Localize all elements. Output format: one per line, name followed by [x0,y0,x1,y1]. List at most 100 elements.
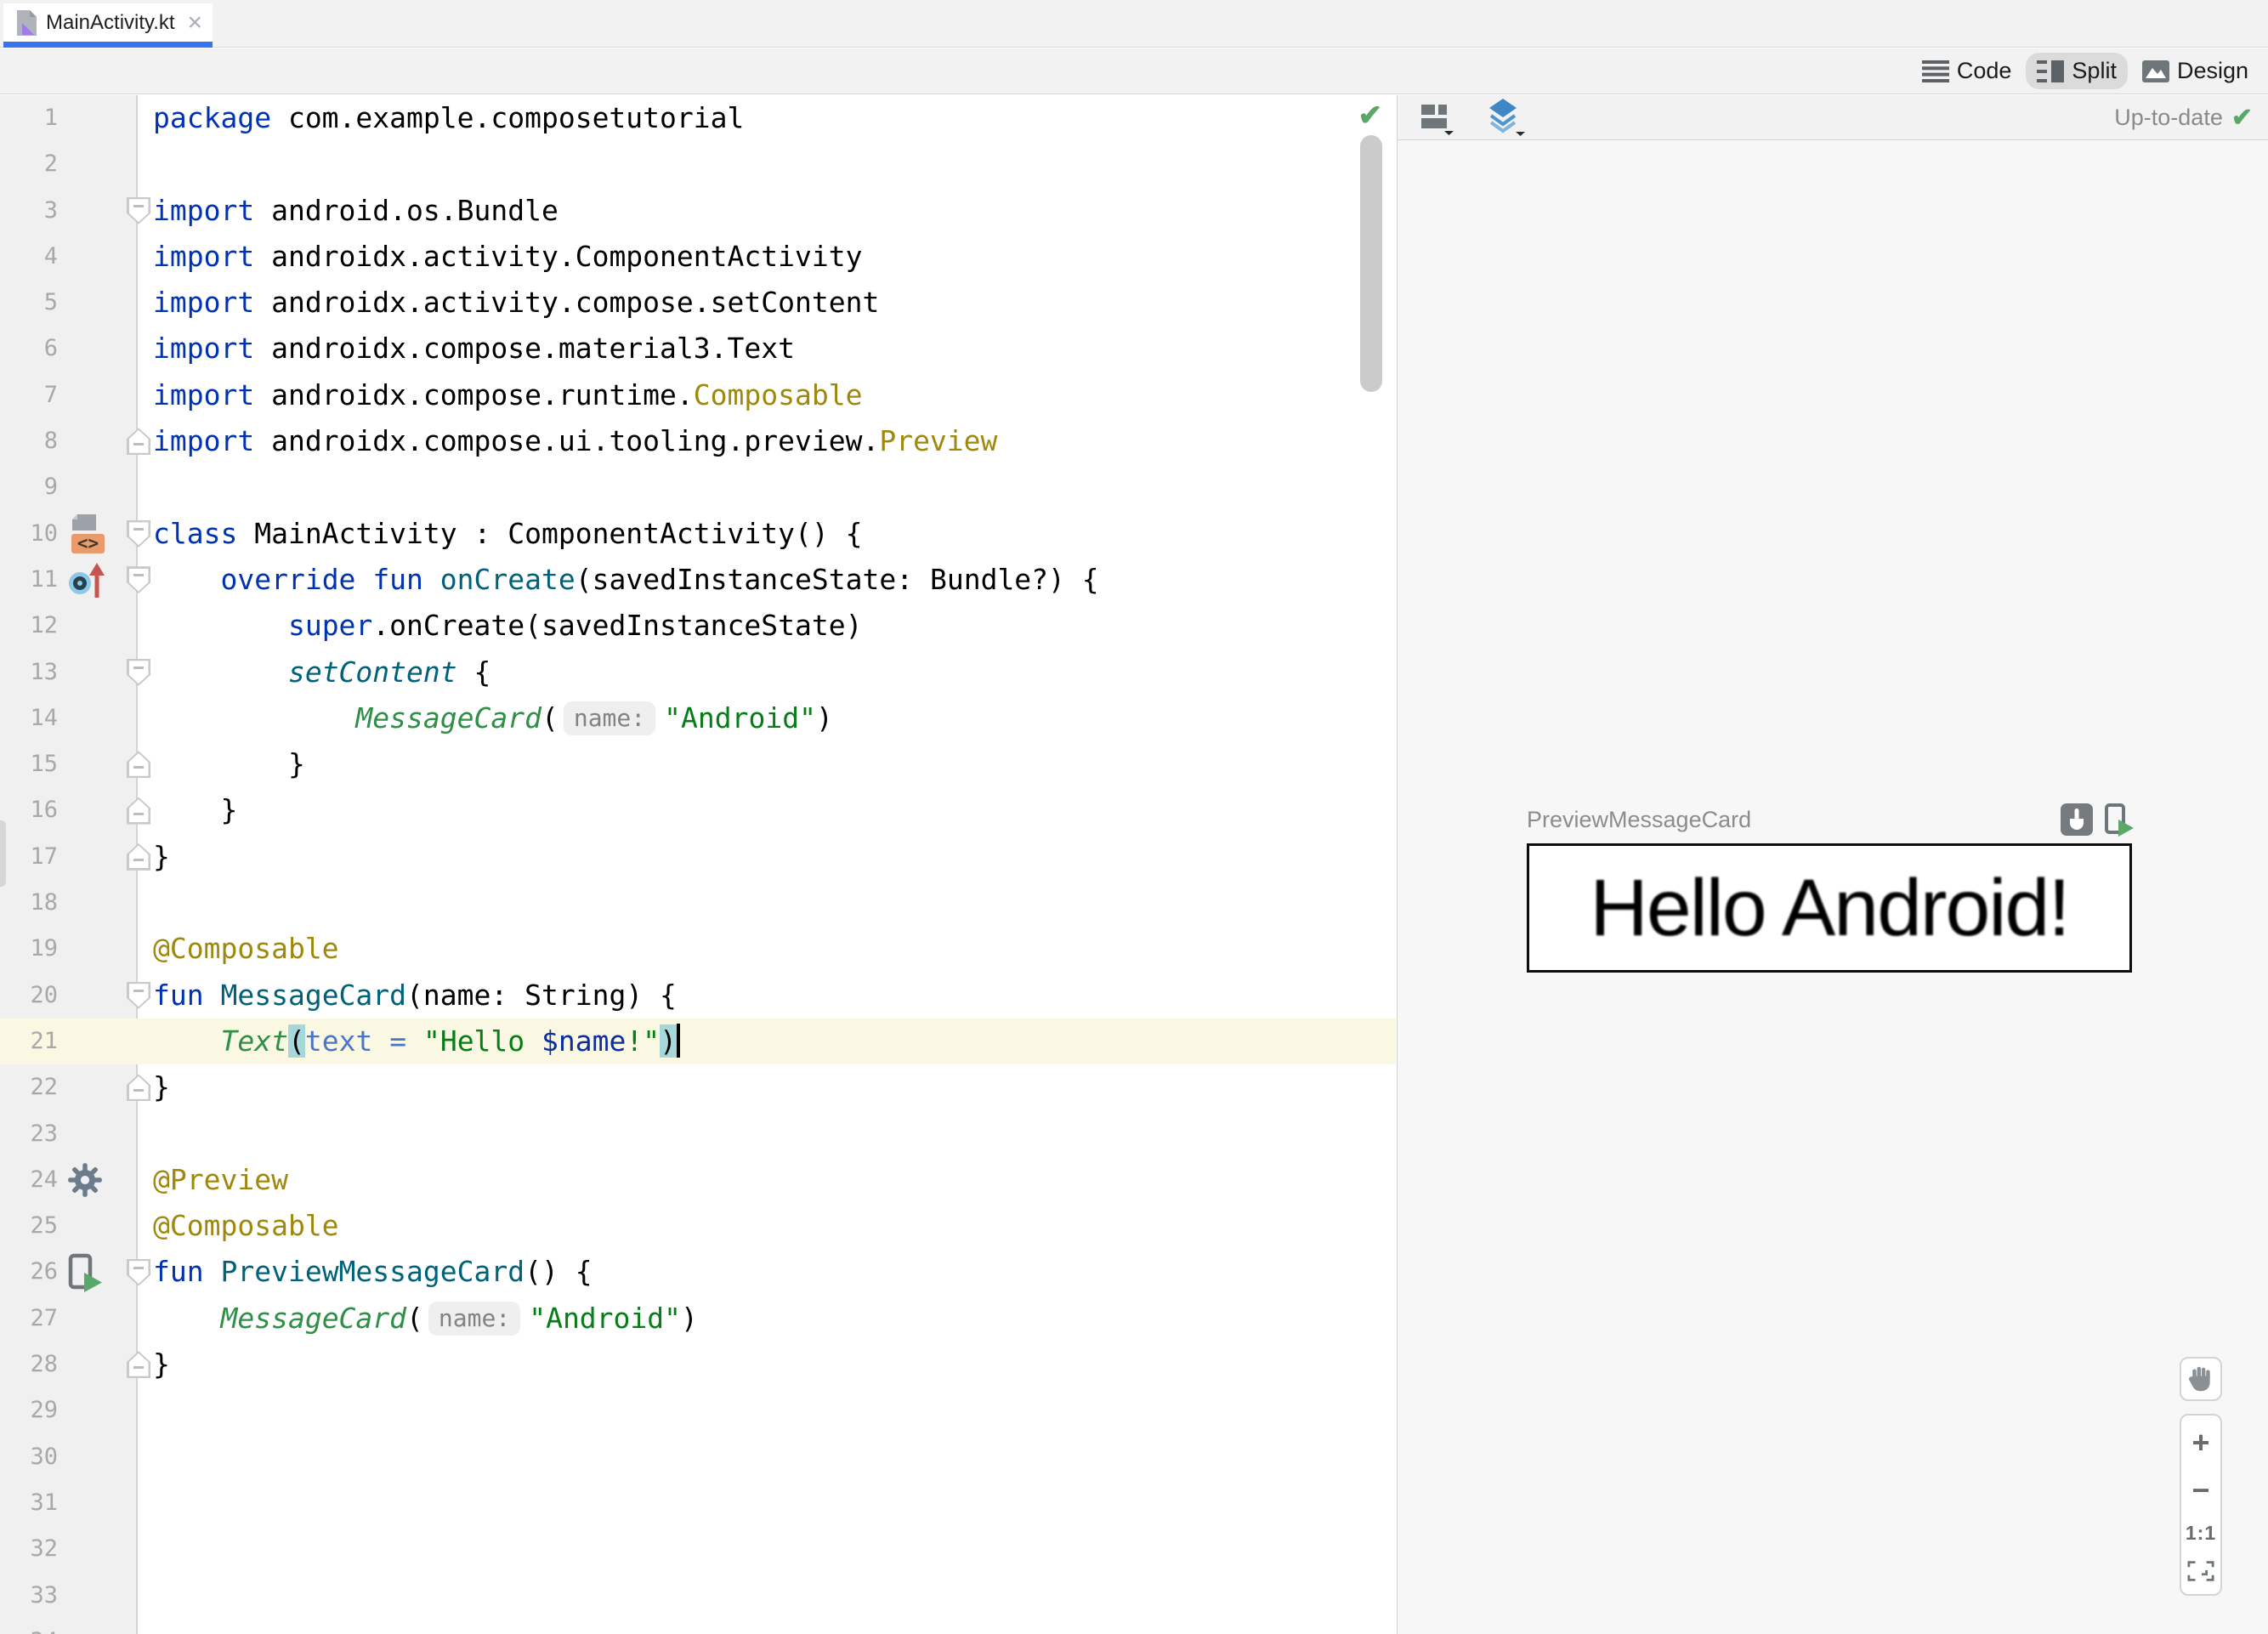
fold-marker-icon[interactable] [127,658,150,686]
line-number[interactable]: 33 [0,1573,58,1619]
grid-view-icon[interactable] [1420,99,1454,135]
code-line-18[interactable]: 18 [0,880,1396,926]
fold-marker-icon[interactable] [127,981,150,1009]
inspections-ok-check-icon[interactable]: ✔ [1358,99,1383,133]
code-line-17[interactable]: 17} [0,834,1396,880]
tab-mainactivity[interactable]: MainActivity.kt × [3,3,213,48]
code-line-11[interactable]: 11 override fun onCreate(savedInstanceSt… [0,557,1396,603]
line-number[interactable]: 2 [0,141,58,187]
line-number[interactable]: 23 [0,1111,58,1157]
line-number[interactable]: 15 [0,741,58,787]
mode-split-button[interactable]: Split [2026,53,2128,89]
line-number[interactable]: 28 [0,1342,58,1387]
line-number[interactable]: 4 [0,234,58,280]
line-number[interactable]: 22 [0,1064,58,1110]
line-number[interactable]: 30 [0,1434,58,1480]
line-number[interactable]: 3 [0,188,58,234]
line-number[interactable]: 5 [0,280,58,326]
line-number[interactable]: 9 [0,464,58,510]
line-number[interactable]: 32 [0,1526,58,1572]
line-number[interactable]: 29 [0,1387,58,1433]
code-line-9[interactable]: 9 [0,464,1396,510]
line-number[interactable]: 34 [0,1619,58,1634]
editor-scrollbar-thumb[interactable] [1360,135,1382,392]
code-line-16[interactable]: 16 } [0,787,1396,833]
code-line-1[interactable]: 1 package com.example.composetutorial [0,95,1396,141]
line-number[interactable]: 26 [0,1249,58,1295]
code-line-20[interactable]: 20 fun MessageCard(name: String) { [0,973,1396,1018]
interactive-mode-icon[interactable] [2061,803,2093,836]
fold-marker-icon[interactable] [127,519,150,548]
line-number[interactable]: 20 [0,973,58,1018]
code-line-26[interactable]: 26 fun PreviewMessageCard() { [0,1249,1396,1295]
code-line-23[interactable]: 23 [0,1111,1396,1157]
fold-marker-icon[interactable] [127,1258,150,1286]
code-line-24[interactable]: 24 @Preview [0,1157,1396,1203]
code-line-6[interactable]: 6 import androidx.compose.material3.Text [0,326,1396,372]
code-line-8[interactable]: 8 import androidx.compose.ui.tooling.prev… [0,418,1396,464]
line-number[interactable]: 16 [0,787,58,833]
code-line-3[interactable]: 3 import android.os.Bundle [0,188,1396,234]
fold-marker-icon[interactable] [127,797,150,825]
code-line-12[interactable]: 12 super.onCreate(savedInstanceState) [0,603,1396,649]
code-line-34[interactable]: 34 [0,1619,1396,1634]
code-line-29[interactable]: 29 [0,1387,1396,1433]
code-line-14[interactable]: 14 MessageCard(name: "Android") [0,695,1396,741]
fold-marker-icon[interactable] [127,566,150,594]
tool-window-handle[interactable] [0,820,6,887]
line-number[interactable]: 7 [0,372,58,418]
line-number[interactable]: 18 [0,880,58,926]
line-number[interactable]: 24 [0,1157,58,1203]
code-line-30[interactable]: 30 [0,1434,1396,1480]
zoom-one-to-one-button[interactable]: 1:1 [2186,1523,2216,1543]
code-editor[interactable]: 1 package com.example.composetutorial 2 3 im… [0,95,1396,1634]
code-line-33[interactable]: 33 [0,1573,1396,1619]
run-preview-device-icon[interactable] [66,1253,102,1292]
code-area[interactable]: 1 package com.example.composetutorial 2 3 im… [0,95,1396,1634]
code-line-25[interactable]: 25 @Composable [0,1203,1396,1249]
code-line-22[interactable]: 22} [0,1064,1396,1110]
code-line-5[interactable]: 5 import androidx.activity.compose.setCon… [0,280,1396,326]
line-number[interactable]: 17 [0,834,58,880]
code-line-10[interactable]: 10 <> class MainActivity : ComponentActivi… [0,511,1396,557]
code-line-2[interactable]: 2 [0,141,1396,187]
code-line-19[interactable]: 19 @Composable [0,926,1396,972]
fold-marker-icon[interactable] [127,751,150,779]
line-number[interactable]: 21 [0,1018,58,1064]
code-line-7[interactable]: 7 import androidx.compose.runtime.Composa… [0,372,1396,418]
line-number[interactable]: 11 [0,557,58,603]
run-preview-device-icon[interactable] [2103,803,2134,837]
preview-gear-icon[interactable] [66,1161,104,1199]
class-markup-icon[interactable]: <> [66,513,107,555]
mode-code-button[interactable]: Code [1911,53,2023,89]
line-number[interactable]: 12 [0,603,58,649]
line-number[interactable]: 8 [0,418,58,464]
line-number[interactable]: 6 [0,326,58,372]
line-number[interactable]: 1 [0,95,58,141]
pan-button[interactable] [2180,1357,2222,1401]
line-number[interactable]: 19 [0,926,58,972]
fold-marker-icon[interactable] [127,196,150,224]
code-line-15[interactable]: 15 } [0,741,1396,787]
line-number[interactable]: 13 [0,650,58,695]
fold-marker-icon[interactable] [127,428,150,456]
code-line-4[interactable]: 4 import androidx.activity.ComponentActiv… [0,234,1396,280]
fold-marker-icon[interactable] [127,1351,150,1379]
layers-icon[interactable] [1488,98,1525,137]
overrides-method-icon[interactable] [66,559,109,601]
close-icon[interactable]: × [187,10,202,36]
code-line-21[interactable]: 21 Text(text = "Hello $name!") [0,1018,1396,1065]
line-number[interactable]: 25 [0,1203,58,1249]
fold-marker-icon[interactable] [127,1074,150,1102]
code-line-13[interactable]: 13 setContent { [0,650,1396,695]
line-number[interactable]: 14 [0,695,58,741]
code-line-28[interactable]: 28} [0,1342,1396,1387]
zoom-out-button[interactable]: − [2191,1475,2209,1506]
code-line-27[interactable]: 27 MessageCard(name: "Android") [0,1296,1396,1342]
fold-marker-icon[interactable] [127,843,150,871]
code-line-32[interactable]: 32 [0,1526,1396,1572]
line-number[interactable]: 31 [0,1480,58,1526]
fit-screen-icon[interactable] [2187,1560,2214,1582]
line-number[interactable]: 27 [0,1296,58,1342]
zoom-in-button[interactable]: + [2191,1427,2209,1458]
